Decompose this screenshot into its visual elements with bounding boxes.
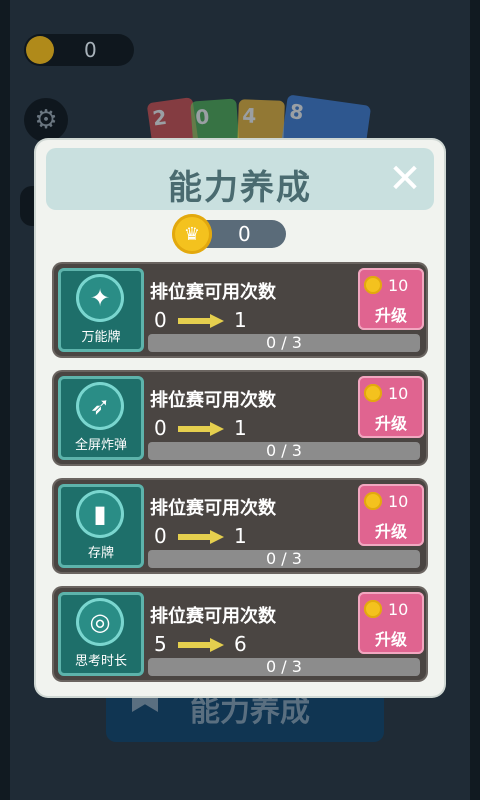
next-value: 1 [234, 524, 247, 548]
modal-header: 能力养成 ✕ [46, 148, 434, 210]
background-cards: 2 0 4 8 [146, 92, 372, 158]
progress-text: 0 / 3 [266, 549, 302, 568]
upgrade-label: 升级 [374, 306, 407, 325]
current-value: 5 [154, 632, 167, 656]
progress-bar: 0 / 3 [148, 334, 420, 352]
arrow-right-icon [178, 422, 224, 436]
arrow-right-icon [178, 530, 224, 544]
upgrade-cost: 10 [388, 276, 409, 295]
screen-edge-right [470, 0, 480, 800]
upgrade-cost: 10 [388, 384, 409, 403]
current-value: 0 [154, 416, 167, 440]
progress-bar: 0 / 3 [148, 442, 420, 460]
progress-text: 0 / 3 [266, 441, 302, 460]
current-value: 0 [154, 524, 167, 548]
upgrade-cost: 10 [388, 600, 409, 619]
close-icon[interactable]: ✕ [386, 159, 424, 199]
ability-stat-title: 排位赛可用次数 [150, 498, 276, 519]
progress-bar: 0 / 3 [148, 550, 420, 568]
next-value: 1 [234, 308, 247, 332]
gear-icon: ⚙ [34, 105, 58, 135]
wildcard-tile: ✦ 万能牌 [58, 268, 144, 352]
modal-coin-counter: ♛ 0 [172, 214, 286, 254]
crown-coin-icon [364, 276, 382, 294]
upgrade-button[interactable]: 10 升级 [358, 592, 424, 654]
think-time-tile: ◎ 思考时长 [58, 592, 144, 676]
crown-coin-icon [364, 600, 382, 618]
modal-coin-value: 0 [238, 222, 251, 246]
upgrade-button[interactable]: 10 升级 [358, 376, 424, 438]
upgrade-label: 升级 [374, 522, 407, 541]
ability-training-modal: 能力养成 ✕ ♛ 0 ✦ 万能牌 排位赛可用次数 0 1 0 / 3 10 升级… [36, 140, 444, 696]
ability-name: 存牌 [87, 546, 114, 561]
crown-coin-icon [364, 384, 382, 402]
bomb-icon: ➶ [76, 382, 124, 430]
screen-edge-left [0, 0, 10, 800]
progress-bar: 0 / 3 [148, 658, 420, 676]
coin-icon [26, 36, 54, 64]
upgrade-label: 升级 [374, 414, 407, 433]
arrow-right-icon [178, 314, 224, 328]
ability-name: 全屏炸弹 [74, 438, 127, 453]
upgrade-label: 升级 [374, 630, 407, 649]
upgrade-button[interactable]: 10 升级 [358, 268, 424, 330]
ability-name: 万能牌 [81, 330, 121, 345]
next-value: 6 [234, 632, 247, 656]
next-value: 1 [234, 416, 247, 440]
ability-row: ➶ 全屏炸弹 排位赛可用次数 0 1 0 / 3 10 升级 [54, 372, 426, 464]
progress-text: 0 / 3 [266, 657, 302, 676]
ability-row: ▮ 存牌 排位赛可用次数 0 1 0 / 3 10 升级 [54, 480, 426, 572]
ability-row: ✦ 万能牌 排位赛可用次数 0 1 0 / 3 10 升级 [54, 264, 426, 356]
arrow-right-icon [178, 638, 224, 652]
ability-stat-title: 排位赛可用次数 [150, 282, 276, 303]
ability-stat-title: 排位赛可用次数 [150, 606, 276, 627]
upgrade-button[interactable]: 10 升级 [358, 484, 424, 546]
background-coin-value: 0 [84, 38, 97, 62]
ability-stat-title: 排位赛可用次数 [150, 390, 276, 411]
wildcard-icon: ✦ [76, 274, 124, 322]
upgrade-cost: 10 [388, 492, 409, 511]
crown-coin-icon [364, 492, 382, 510]
bomb-tile: ➶ 全屏炸弹 [58, 376, 144, 460]
current-value: 0 [154, 308, 167, 332]
stopwatch-icon: ◎ [76, 598, 124, 646]
modal-title: 能力养成 [168, 168, 312, 208]
ability-name: 思考时长 [74, 654, 127, 669]
settings-button[interactable]: ⚙ [24, 98, 68, 142]
ability-row: ◎ 思考时长 排位赛可用次数 5 6 0 / 3 10 升级 [54, 588, 426, 680]
progress-text: 0 / 3 [266, 333, 302, 352]
save-card-tile: ▮ 存牌 [58, 484, 144, 568]
background-coin-counter: 0 [24, 34, 134, 66]
save-card-icon: ▮ [76, 490, 124, 538]
crown-coin-icon: ♛ [172, 214, 212, 254]
